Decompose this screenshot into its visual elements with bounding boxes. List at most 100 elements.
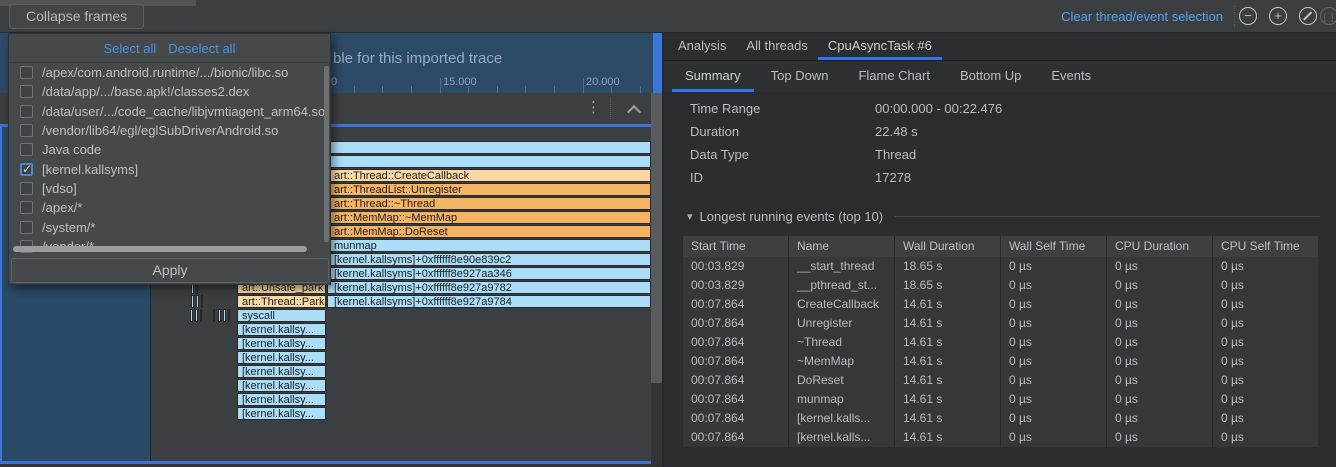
col-start-time[interactable]: Start Time [683, 236, 788, 257]
table-row[interactable]: 00:07.864munmap14.61 s0 µs0 µs0 µs [683, 390, 1318, 409]
flame-sliver[interactable] [228, 309, 230, 322]
filter-item[interactable]: Java code [9, 140, 330, 159]
flame-sliver[interactable] [190, 309, 193, 322]
filter-item[interactable]: /apex/* [9, 198, 330, 217]
flame-vertical-scrollbar-thumb[interactable] [651, 93, 662, 383]
filter-item[interactable]: /apex/com.android.runtime/.../bionic/lib… [9, 63, 330, 82]
cell: 0 µs [1212, 428, 1318, 447]
table-row[interactable]: 00:07.864~Thread14.61 s0 µs0 µs0 µs [683, 333, 1318, 352]
summary-row: Duration22.48 s [690, 120, 1310, 143]
table-row[interactable]: 00:07.864~MemMap14.61 s0 µs0 µs0 µs [683, 352, 1318, 371]
flame-bar[interactable]: art::Thread::Park [237, 295, 326, 308]
tab-all-threads[interactable]: All threads [736, 33, 817, 60]
table-row[interactable]: 00:07.864DoReset14.61 s0 µs0 µs0 µs [683, 371, 1318, 390]
cell: 0 µs [1106, 333, 1212, 352]
ruler-tick [525, 86, 526, 93]
cell: 0 µs [1000, 295, 1106, 314]
filter-item[interactable]: /system/* [9, 217, 330, 236]
col-wall-self-time[interactable]: Wall Self Time [1000, 236, 1106, 257]
flame-bar[interactable]: [kernel.kallsy... [237, 365, 326, 378]
col-cpu-duration[interactable]: CPU Duration [1106, 236, 1212, 257]
zoom-in-icon[interactable] [1269, 7, 1287, 25]
flame-bar[interactable]: [kernel.kallsyms]+0xffffff8e927a9782 [327, 281, 651, 294]
filter-item[interactable]: /data/app/.../base.apk!/classes2.dex [9, 82, 330, 101]
kebab-menu-icon[interactable] [586, 97, 600, 119]
clear-selection-link[interactable]: Clear thread/event selection [1061, 0, 1223, 33]
flame-sliver[interactable] [200, 309, 202, 322]
filter-item-label: /data/user/.../code_cache/libjvmtiagent_… [42, 104, 325, 119]
zoom-to-selection-icon[interactable] [1320, 7, 1336, 25]
checkbox[interactable] [20, 105, 33, 118]
deselect-all-link[interactable]: Deselect all [168, 41, 235, 56]
tab-cpuasynctask[interactable]: CpuAsyncTask #6 [818, 33, 942, 60]
col-name[interactable]: Name [788, 236, 894, 257]
section-rule [895, 216, 1320, 217]
subtab-top-down[interactable]: Top Down [758, 61, 842, 92]
checkbox[interactable] [20, 66, 33, 79]
subtab-summary[interactable]: Summary [672, 61, 754, 92]
flame-sliver[interactable] [218, 309, 221, 322]
filter-item[interactable]: [vdso] [9, 179, 330, 198]
flame-bar[interactable]: [kernel.kallsy... [237, 379, 326, 392]
zoom-out-icon[interactable] [1239, 7, 1257, 25]
col-wall-duration[interactable]: Wall Duration [894, 236, 1000, 257]
table-row[interactable]: 00:07.864[kernel.kalls...14.61 s0 µs0 µs… [683, 409, 1318, 428]
flame-sliver[interactable] [195, 309, 198, 322]
flame-sliver[interactable] [201, 295, 203, 308]
flame-bar[interactable]: [kernel.kallsyms]+0xffffff8e927a9784 [327, 295, 651, 308]
cell: 0 µs [1106, 314, 1212, 333]
cell: 0 µs [1000, 314, 1106, 333]
checkbox[interactable] [20, 201, 33, 214]
cell: 00:07.864 [683, 409, 788, 428]
popup-horizontal-scrollbar[interactable] [13, 246, 307, 252]
cell: 0 µs [1106, 257, 1212, 276]
apply-button[interactable]: Apply [11, 258, 329, 283]
collapse-triangle-icon[interactable]: ▾ [687, 210, 693, 223]
flame-bar[interactable]: [kernel.kallsy... [237, 351, 326, 364]
filter-item[interactable]: /vendor/lib64/egl/eglSubDriverAndroid.so [9, 121, 330, 140]
collapse-frames-button[interactable]: Collapse frames [9, 4, 144, 29]
ruler-tick [382, 86, 383, 93]
cpu-profiler-screen: ble for this imported trace 0 15.000 20.… [0, 0, 1336, 467]
summary-row: Data TypeThread [690, 143, 1310, 166]
reset-zoom-icon[interactable] [1299, 7, 1317, 25]
cell: 00:07.864 [683, 314, 788, 333]
table-row[interactable]: 00:07.864[kernel.kalls...14.61 s0 µs0 µs… [683, 428, 1318, 447]
cell: 00:07.864 [683, 371, 788, 390]
cell: 14.61 s [894, 409, 1000, 428]
tab-analysis[interactable]: Analysis [668, 33, 736, 60]
table-row[interactable]: 00:07.864Unregister14.61 s0 µs0 µs0 µs [683, 314, 1318, 333]
table-row[interactable]: 00:03.829__pthread_st...18.65 s0 µs0 µs0… [683, 276, 1318, 295]
longest-events-header[interactable]: ▾ Longest running events (top 10) [687, 209, 1320, 224]
flame-bar[interactable]: [kernel.kallsy... [237, 323, 326, 336]
flame-sliver[interactable] [223, 309, 226, 322]
analysis-panel: Analysis All threads CpuAsyncTask #6 Sum… [664, 33, 1336, 467]
table-row[interactable]: 00:07.864CreateCallback14.61 s0 µs0 µs0 … [683, 295, 1318, 314]
filter-item[interactable]: [kernel.kallsyms] [9, 159, 330, 178]
col-cpu-self-time[interactable]: CPU Self Time [1212, 236, 1318, 257]
subtab-flame-chart[interactable]: Flame Chart [845, 61, 943, 92]
subtab-bottom-up[interactable]: Bottom Up [947, 61, 1034, 92]
flame-sliver[interactable] [213, 309, 215, 322]
flame-bar[interactable]: [kernel.kallsy... [237, 337, 326, 350]
table-row[interactable]: 00:03.829__start_thread18.65 s0 µs0 µs0 … [683, 257, 1318, 276]
subtab-events[interactable]: Events [1038, 61, 1104, 92]
filter-item[interactable]: /data/user/.../code_cache/libjvmtiagent_… [9, 102, 330, 121]
popup-vertical-scrollbar[interactable] [324, 66, 329, 242]
flame-sliver[interactable] [191, 295, 194, 308]
checkbox[interactable] [20, 182, 33, 195]
ruler-tick [440, 78, 441, 93]
checkbox[interactable] [20, 221, 33, 234]
checkbox[interactable] [20, 143, 33, 156]
flame-bar[interactable]: syscall [237, 309, 326, 322]
cell: 00:07.864 [683, 295, 788, 314]
select-all-link[interactable]: Select all [104, 41, 157, 56]
toolbar: Collapse frames Clear thread/event selec… [0, 0, 1336, 33]
flame-bar[interactable]: [kernel.kallsy... [237, 393, 326, 406]
flame-bar[interactable]: [kernel.kallsy... [237, 407, 326, 420]
checkbox[interactable] [20, 124, 33, 137]
chevron-up-icon[interactable] [626, 101, 642, 117]
checkbox[interactable] [20, 85, 33, 98]
flame-sliver[interactable] [196, 295, 199, 308]
checkbox[interactable] [20, 163, 33, 176]
